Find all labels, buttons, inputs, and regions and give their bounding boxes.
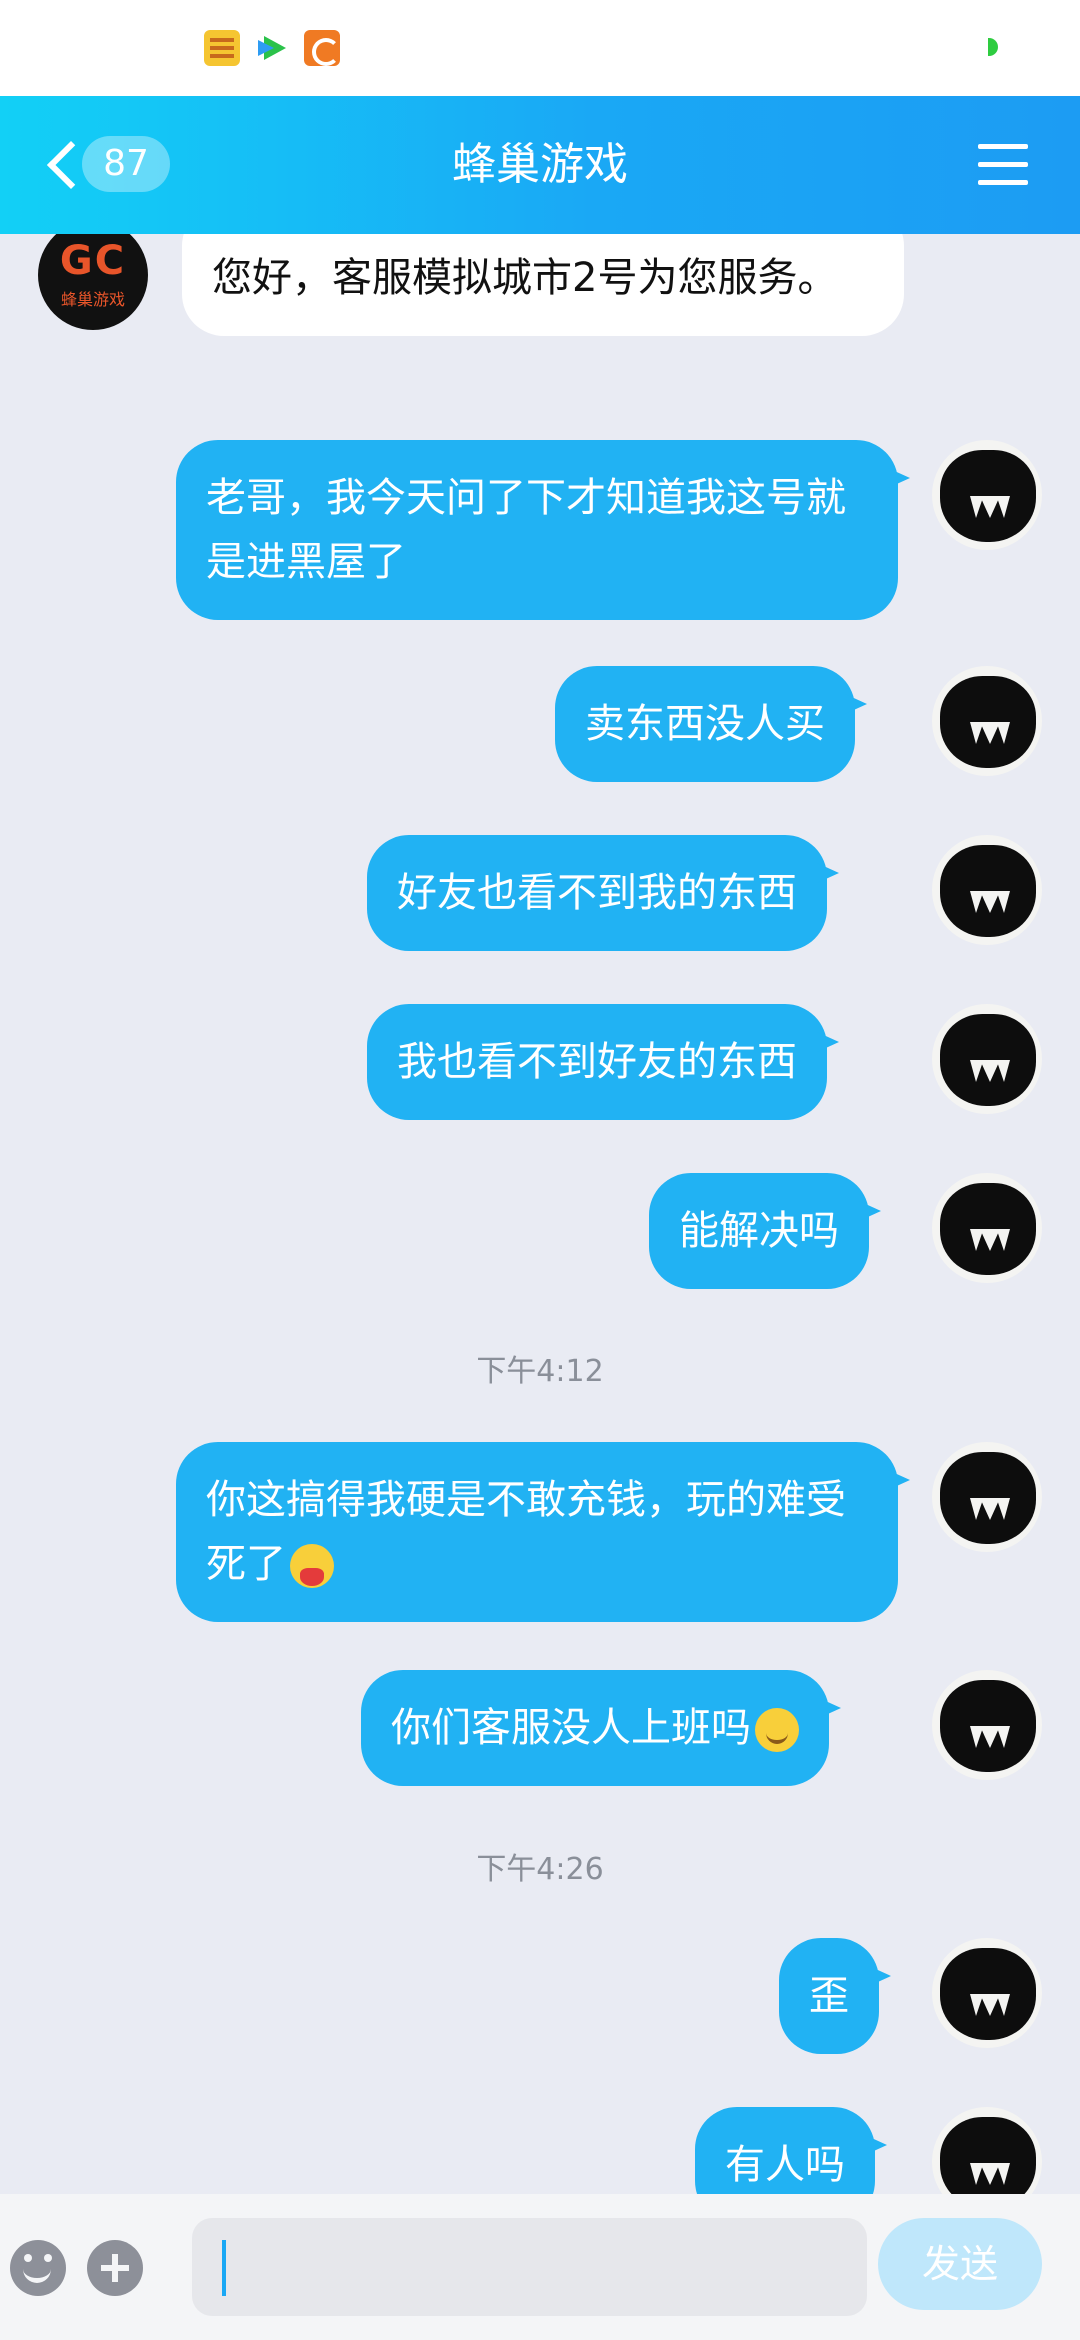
user-avatar[interactable] (932, 835, 1042, 945)
upside-down-smile-emoji-icon (755, 1708, 799, 1752)
user-avatar[interactable] (932, 1173, 1042, 1283)
user-avatar[interactable] (932, 1442, 1042, 1552)
message-bubble-outgoing[interactable]: 你们客服没人上班吗 (361, 1670, 841, 1786)
user-avatar[interactable] (932, 666, 1042, 776)
agent-avatar[interactable]: GC 蜂巢游戏 (38, 234, 148, 330)
message-bubble-outgoing[interactable]: 有人吗 (695, 2107, 887, 2194)
back-chevron-icon[interactable] (40, 136, 80, 196)
status-bar (0, 0, 1080, 96)
message-bubble-outgoing[interactable]: 老哥，我今天问了下才知道我这号就是进黑屋了 (176, 440, 910, 620)
message-list[interactable]: GC 蜂巢游戏 您好，客服模拟城市2号为您服务。 老哥，我今天问了下才知道我这号… (0, 234, 1080, 2194)
news-app-icon (204, 30, 240, 66)
message-timestamp: 下午4:26 (476, 1852, 604, 1887)
video-app-icon (254, 30, 290, 66)
message-timestamp: 下午4:12 (476, 1354, 604, 1389)
user-avatar[interactable] (932, 440, 1042, 550)
message-input-bar: 发送 (0, 2194, 1080, 2340)
message-bubble-outgoing[interactable]: 你这搞得我硬是不敢充钱，玩的难受死了 (176, 1442, 910, 1622)
user-avatar[interactable] (932, 1670, 1042, 1780)
send-button[interactable]: 发送 (878, 2218, 1042, 2310)
hamburger-menu-icon[interactable] (978, 144, 1028, 186)
agent-avatar-logo: GC (59, 238, 127, 284)
user-avatar[interactable] (932, 1938, 1042, 2048)
message-bubble-outgoing[interactable]: 我也看不到好友的东西 (367, 1004, 839, 1120)
message-bubble-outgoing[interactable]: 能解决吗 (649, 1173, 881, 1289)
message-input[interactable] (192, 2218, 867, 2316)
uc-browser-icon (304, 30, 340, 66)
message-bubble-outgoing[interactable]: 卖东西没人买 (555, 666, 867, 782)
user-avatar[interactable] (932, 2107, 1042, 2194)
battery-indicator-icon (988, 38, 998, 56)
message-bubble-outgoing[interactable]: 歪 (779, 1938, 891, 2054)
user-avatar[interactable] (932, 1004, 1042, 1114)
message-bubble-incoming[interactable]: 您好，客服模拟城市2号为您服务。 (182, 234, 904, 336)
vomit-emoji-icon (290, 1544, 334, 1588)
text-cursor (222, 2240, 226, 2296)
message-text: 你们客服没人上班吗 (391, 1705, 751, 1751)
message-bubble-outgoing[interactable]: 好友也看不到我的东西 (367, 835, 839, 951)
unread-count-badge[interactable]: 87 (82, 136, 170, 192)
emoji-icon[interactable] (10, 2240, 66, 2296)
agent-avatar-caption: 蜂巢游戏 (60, 290, 125, 309)
plus-icon[interactable] (87, 2240, 143, 2296)
chat-header: 蜂巢游戏 87 (0, 96, 1080, 234)
